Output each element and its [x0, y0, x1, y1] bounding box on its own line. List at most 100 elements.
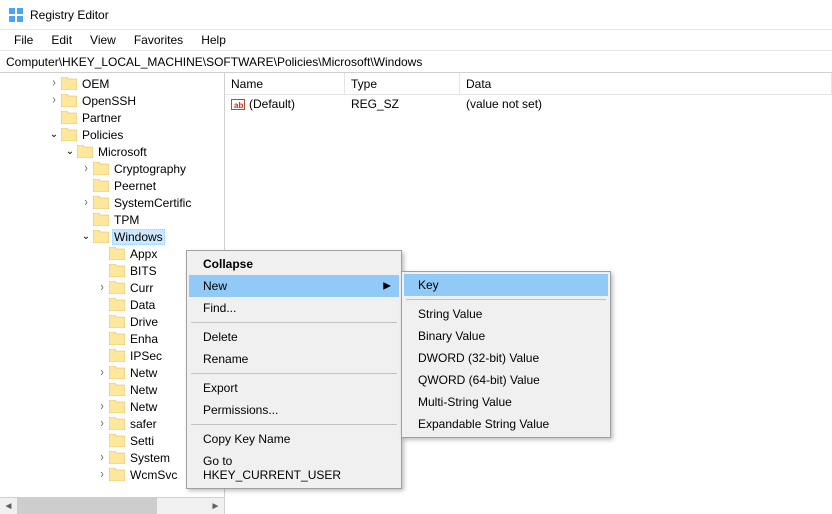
ctx-separator [191, 424, 397, 425]
tree-item-label: Policies [80, 128, 125, 142]
tree-item[interactable]: ⌄ Windows [0, 228, 224, 245]
ctx-new-multistring[interactable]: Multi-String Value [404, 391, 608, 413]
tree-item-label: safer [128, 417, 159, 431]
folder-icon [109, 468, 125, 481]
app-icon [8, 7, 24, 23]
list-row[interactable]: ab (Default) REG_SZ (value not set) [225, 95, 832, 113]
tree-item[interactable]: Peernet [0, 177, 224, 194]
tree-item-label: Curr [128, 281, 155, 295]
ctx-separator [191, 373, 397, 374]
ctx-go-to-hkcu[interactable]: Go to HKEY_CURRENT_USER [189, 450, 399, 486]
column-header-type[interactable]: Type [345, 73, 460, 94]
address-bar[interactable]: Computer\HKEY_LOCAL_MACHINE\SOFTWARE\Pol… [0, 51, 832, 73]
tree-horizontal-scrollbar[interactable]: ◄ ► [0, 497, 224, 514]
tree-item-label: Drive [128, 315, 160, 329]
tree-item[interactable]: TPM [0, 211, 224, 228]
folder-icon [109, 332, 125, 345]
tree-item-label: Microsoft [96, 145, 149, 159]
ctx-find[interactable]: Find... [189, 297, 399, 319]
tree-item-label: Netw [128, 383, 159, 397]
tree-item[interactable]: › SystemCertific [0, 194, 224, 211]
tree-item-label: System [128, 451, 172, 465]
ctx-separator [191, 322, 397, 323]
tree-item-label: Setti [128, 434, 156, 448]
expand-icon[interactable]: › [96, 450, 108, 464]
ctx-permissions[interactable]: Permissions... [189, 399, 399, 421]
list-header: Name Type Data [225, 73, 832, 95]
expand-icon[interactable]: › [80, 195, 92, 209]
tree-item[interactable]: Partner [0, 109, 224, 126]
svg-text:ab: ab [234, 101, 243, 110]
scroll-thumb[interactable] [17, 498, 157, 514]
ctx-new-qword[interactable]: QWORD (64-bit) Value [404, 369, 608, 391]
ctx-separator [406, 299, 606, 300]
scroll-right-button[interactable]: ► [207, 498, 224, 514]
expand-icon[interactable]: › [96, 280, 108, 294]
tree-item-label: OpenSSH [80, 94, 138, 108]
column-header-name[interactable]: Name [225, 73, 345, 94]
expand-icon[interactable]: › [96, 399, 108, 413]
menu-edit[interactable]: Edit [43, 31, 80, 49]
value-name: (Default) [249, 97, 295, 111]
tree-item-label: TPM [112, 213, 141, 227]
folder-icon [93, 162, 109, 175]
ctx-new-expandable[interactable]: Expandable String Value [404, 413, 608, 435]
scroll-left-button[interactable]: ◄ [0, 498, 17, 514]
ctx-rename[interactable]: Rename [189, 348, 399, 370]
ctx-new-dword[interactable]: DWORD (32-bit) Value [404, 347, 608, 369]
string-value-icon: ab [231, 97, 245, 111]
ctx-new[interactable]: New ▶ [189, 275, 399, 297]
folder-icon [93, 230, 109, 243]
menu-view[interactable]: View [82, 31, 124, 49]
ctx-new-string[interactable]: String Value [404, 303, 608, 325]
tree-item[interactable]: › OpenSSH [0, 92, 224, 109]
tree-item[interactable]: ⌄ Microsoft [0, 143, 224, 160]
tree-item-label: WcmSvc [128, 468, 179, 482]
address-text: Computer\HKEY_LOCAL_MACHINE\SOFTWARE\Pol… [6, 55, 422, 69]
tree-item[interactable]: › OEM [0, 75, 224, 92]
folder-icon [93, 179, 109, 192]
expand-icon[interactable]: › [96, 416, 108, 430]
menu-file[interactable]: File [6, 31, 41, 49]
folder-icon [77, 145, 93, 158]
ctx-new-key[interactable]: Key [404, 274, 608, 296]
expand-icon[interactable]: › [96, 365, 108, 379]
collapse-icon[interactable]: ⌄ [48, 129, 60, 140]
folder-icon [61, 94, 77, 107]
main-area: › OEM› OpenSSH Partner⌄ Policies⌄ Micros… [0, 73, 832, 514]
expand-icon[interactable]: › [80, 161, 92, 175]
folder-icon [93, 196, 109, 209]
menu-help[interactable]: Help [193, 31, 234, 49]
tree-item[interactable]: ⌄ Policies [0, 126, 224, 143]
expand-icon[interactable]: › [48, 93, 60, 107]
expand-icon[interactable]: › [96, 467, 108, 481]
ctx-new-binary[interactable]: Binary Value [404, 325, 608, 347]
folder-icon [109, 417, 125, 430]
ctx-new-label: New [203, 279, 227, 293]
folder-icon [109, 349, 125, 362]
folder-icon [109, 298, 125, 311]
collapse-icon[interactable]: ⌄ [64, 146, 76, 157]
tree-item[interactable]: › Cryptography [0, 160, 224, 177]
folder-icon [109, 434, 125, 447]
folder-icon [61, 77, 77, 90]
folder-icon [109, 264, 125, 277]
folder-icon [109, 383, 125, 396]
tree-item-label: Cryptography [112, 162, 188, 176]
expand-icon[interactable]: › [48, 76, 60, 90]
scroll-track[interactable] [17, 498, 207, 514]
submenu-arrow-icon: ▶ [383, 281, 391, 292]
context-menu: Collapse New ▶ Find... Delete Rename Exp… [186, 250, 402, 489]
tree-item-label: OEM [80, 77, 111, 91]
menubar: File Edit View Favorites Help [0, 30, 832, 51]
folder-icon [109, 315, 125, 328]
ctx-delete[interactable]: Delete [189, 326, 399, 348]
ctx-collapse[interactable]: Collapse [189, 253, 399, 275]
menu-favorites[interactable]: Favorites [126, 31, 191, 49]
collapse-icon[interactable]: ⌄ [80, 231, 92, 242]
folder-icon [109, 400, 125, 413]
ctx-copy-key-name[interactable]: Copy Key Name [189, 428, 399, 450]
column-header-data[interactable]: Data [460, 73, 832, 94]
value-type: REG_SZ [345, 97, 460, 111]
ctx-export[interactable]: Export [189, 377, 399, 399]
